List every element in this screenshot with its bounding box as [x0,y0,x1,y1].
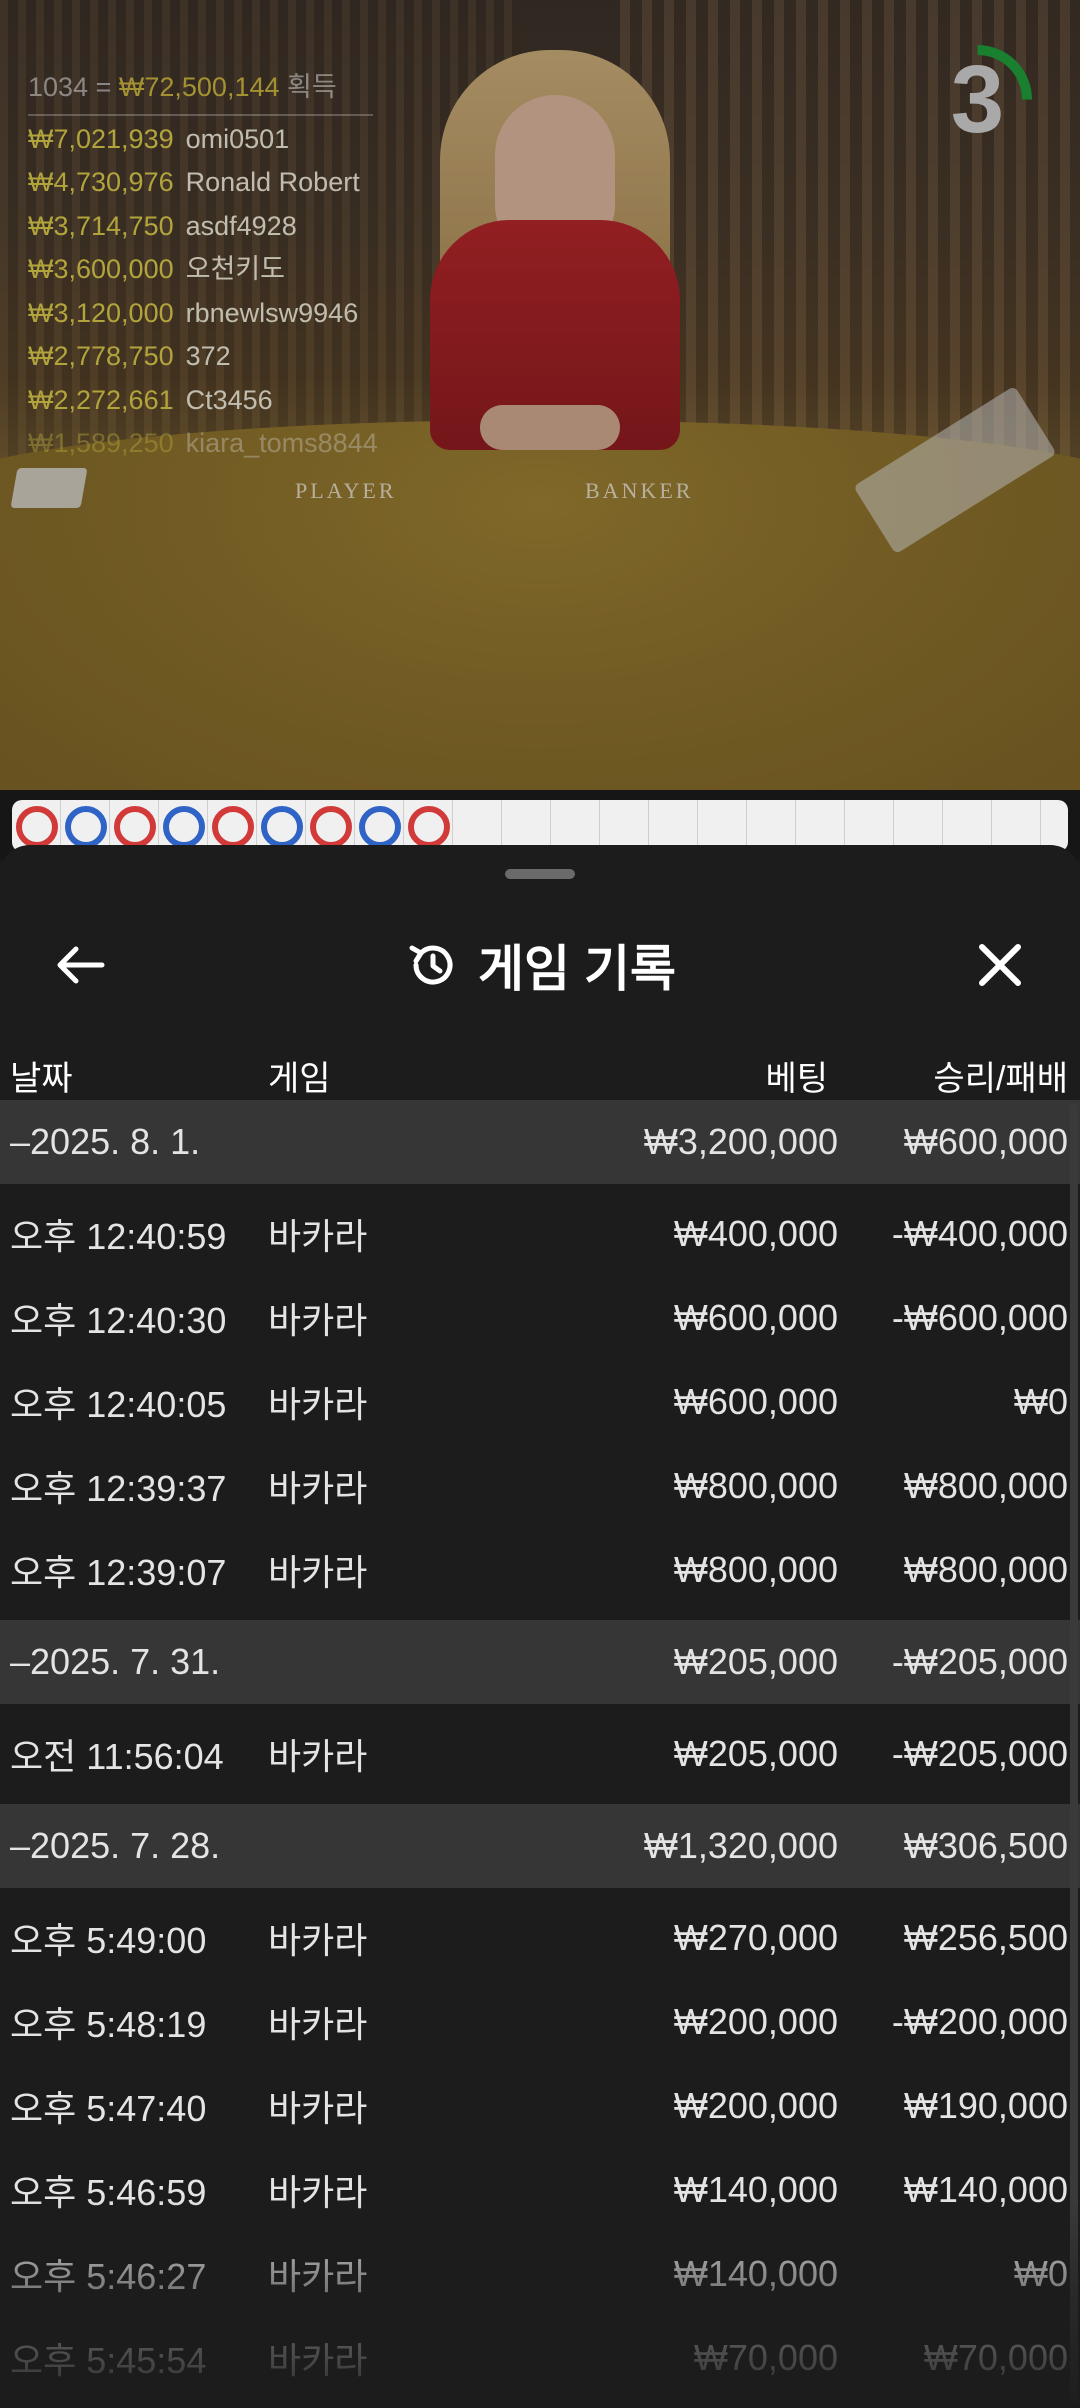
banker-bead [114,806,156,848]
back-button[interactable] [40,930,120,1000]
history-row[interactable]: 오후 5:45:54 바카라 ₩70,000 ₩70,000 [0,2316,1080,2400]
cell-result: ₩306,500 [903,1825,1068,1866]
dim-overlay [0,0,1080,860]
cell-date: 오후 5:49:00 [10,1920,207,1961]
scrollbar[interactable] [1070,1103,1078,2403]
cell-date: –2025. 7. 31. [10,1641,221,1682]
sheet-title: 게임 기록 [478,941,676,997]
sheet-header: 게임 기록 [0,905,1080,1025]
column-header-date[interactable]: 날짜 [10,1051,73,1100]
cell-date: 오후 12:39:37 [10,1468,227,1509]
cell-date: 오후 12:40:59 [10,1216,227,1257]
cell-date: 오후 12:40:05 [10,1384,227,1425]
history-row[interactable]: 오후 5:48:19 바카라 ₩200,000 -₩200,000 [0,1980,1080,2064]
cell-result: ₩0 [1014,1381,1068,1422]
cell-game: 바카라 [268,2256,368,2297]
cell-result: ₩800,000 [903,1549,1068,1590]
date-group-row[interactable]: –2025. 8. 1. ₩3,200,000 ₩600,000 [0,1100,1080,1184]
banker-bead [408,806,450,848]
cell-game: 바카라 [268,1736,368,1777]
cell-bet: ₩3,200,000 [643,1121,838,1162]
cell-date: 오전 11:56:04 [10,1736,224,1777]
cell-result: -₩400,000 [891,1213,1068,1254]
cell-game: 바카라 [268,1300,368,1341]
column-header-result[interactable]: 승리/패배 [933,1051,1068,1100]
history-row[interactable]: 오후 5:46:27 바카라 ₩140,000 ₩0 [0,2232,1080,2316]
drag-handle[interactable] [505,869,575,879]
cell-result: ₩0 [1014,2253,1068,2294]
cell-game: 바카라 [268,2088,368,2129]
cell-result: -₩600,000 [891,1297,1068,1338]
history-row[interactable]: 오후 5:49:00 바카라 ₩270,000 ₩256,500 [0,1896,1080,1980]
cell-date: –2025. 7. 28. [10,1825,221,1866]
history-row[interactable]: 오후 12:40:59 바카라 ₩400,000 -₩400,000 [0,1192,1080,1276]
column-header-game[interactable]: 게임 [268,1051,331,1100]
cell-bet: ₩600,000 [673,1381,838,1422]
cell-date: 오후 5:46:59 [10,2172,207,2213]
cell-result: -₩205,000 [891,1733,1068,1774]
cell-bet: ₩205,000 [673,1641,838,1682]
banker-bead [310,806,352,848]
cell-game: 바카라 [268,2004,368,2045]
cell-date: –2025. 8. 1. [10,1121,201,1162]
cell-result: ₩70,000 [923,2337,1068,2378]
cell-result: -₩200,000 [891,2001,1068,2042]
cell-date: 오후 5:48:19 [10,2004,207,2045]
history-row[interactable]: 오후 12:40:05 바카라 ₩600,000 ₩0 [0,1360,1080,1444]
close-button[interactable] [960,930,1040,1000]
cell-result: ₩600,000 [903,1121,1068,1162]
cell-date: 오후 5:46:27 [10,2256,207,2297]
cell-bet: ₩800,000 [673,1549,838,1590]
cell-bet: ₩70,000 [693,2337,838,2378]
history-row[interactable]: 오후 12:39:37 바카라 ₩800,000 ₩800,000 [0,1444,1080,1528]
cell-result: ₩140,000 [903,2169,1068,2210]
cell-bet: ₩200,000 [673,2001,838,2042]
player-bead [65,806,107,848]
date-group-row[interactable]: –2025. 7. 28. ₩1,320,000 ₩306,500 [0,1804,1080,1888]
cell-bet: ₩140,000 [673,2169,838,2210]
history-row[interactable]: 오후 5:47:40 바카라 ₩200,000 ₩190,000 [0,2064,1080,2148]
cell-bet: ₩140,000 [673,2253,838,2294]
column-header-bet[interactable]: 베팅 [765,1051,828,1100]
cell-bet: ₩205,000 [673,1733,838,1774]
history-row[interactable]: 오전 11:56:04 바카라 ₩205,000 -₩205,000 [0,1712,1080,1796]
banker-bead [16,806,58,848]
player-bead [163,806,205,848]
arrow-left-icon [57,946,105,984]
cell-date: 오후 5:47:40 [10,2088,207,2129]
cell-result: -₩205,000 [891,1641,1068,1682]
cell-bet: ₩800,000 [673,1465,838,1506]
cell-bet: ₩1,320,000 [643,1825,838,1866]
cell-bet: ₩400,000 [673,1213,838,1254]
table-header: 날짜 게임 베팅 승리/패배 [0,1035,1080,1105]
player-bead [359,806,401,848]
player-bead [261,806,303,848]
cell-result: ₩190,000 [903,2085,1068,2126]
cell-game: 바카라 [268,1552,368,1593]
cell-bet: ₩200,000 [673,2085,838,2126]
close-icon [979,944,1021,986]
cell-date: 오후 12:40:30 [10,1300,227,1341]
cell-game: 바카라 [268,1920,368,1961]
banker-bead [212,806,254,848]
date-group-row[interactable]: –2025. 7. 31. ₩205,000 -₩205,000 [0,1620,1080,1704]
history-icon [404,937,460,993]
cell-game: 바카라 [268,1468,368,1509]
history-row[interactable]: 오후 12:39:07 바카라 ₩800,000 ₩800,000 [0,1528,1080,1612]
history-table[interactable]: –2025. 8. 1. ₩3,200,000 ₩600,000 오후 12:40:5… [0,1100,1080,2400]
game-history-sheet: 게임 기록 날짜 게임 베팅 승리/패배 –2025. 8. 1. ₩3,200,… [0,845,1080,2408]
cell-date: 오후 5:45:54 [10,2340,207,2381]
cell-result: ₩800,000 [903,1465,1068,1506]
cell-game: 바카라 [268,2172,368,2213]
cell-game: 바카라 [268,1384,368,1425]
cell-bet: ₩270,000 [673,1917,838,1958]
cell-game: 바카라 [268,1216,368,1257]
cell-result: ₩256,500 [903,1917,1068,1958]
history-row[interactable]: 오후 12:40:30 바카라 ₩600,000 -₩600,000 [0,1276,1080,1360]
cell-game: 바카라 [268,2340,368,2381]
history-row[interactable]: 오후 5:46:59 바카라 ₩140,000 ₩140,000 [0,2148,1080,2232]
cell-date: 오후 12:39:07 [10,1552,227,1593]
cell-bet: ₩600,000 [673,1297,838,1338]
